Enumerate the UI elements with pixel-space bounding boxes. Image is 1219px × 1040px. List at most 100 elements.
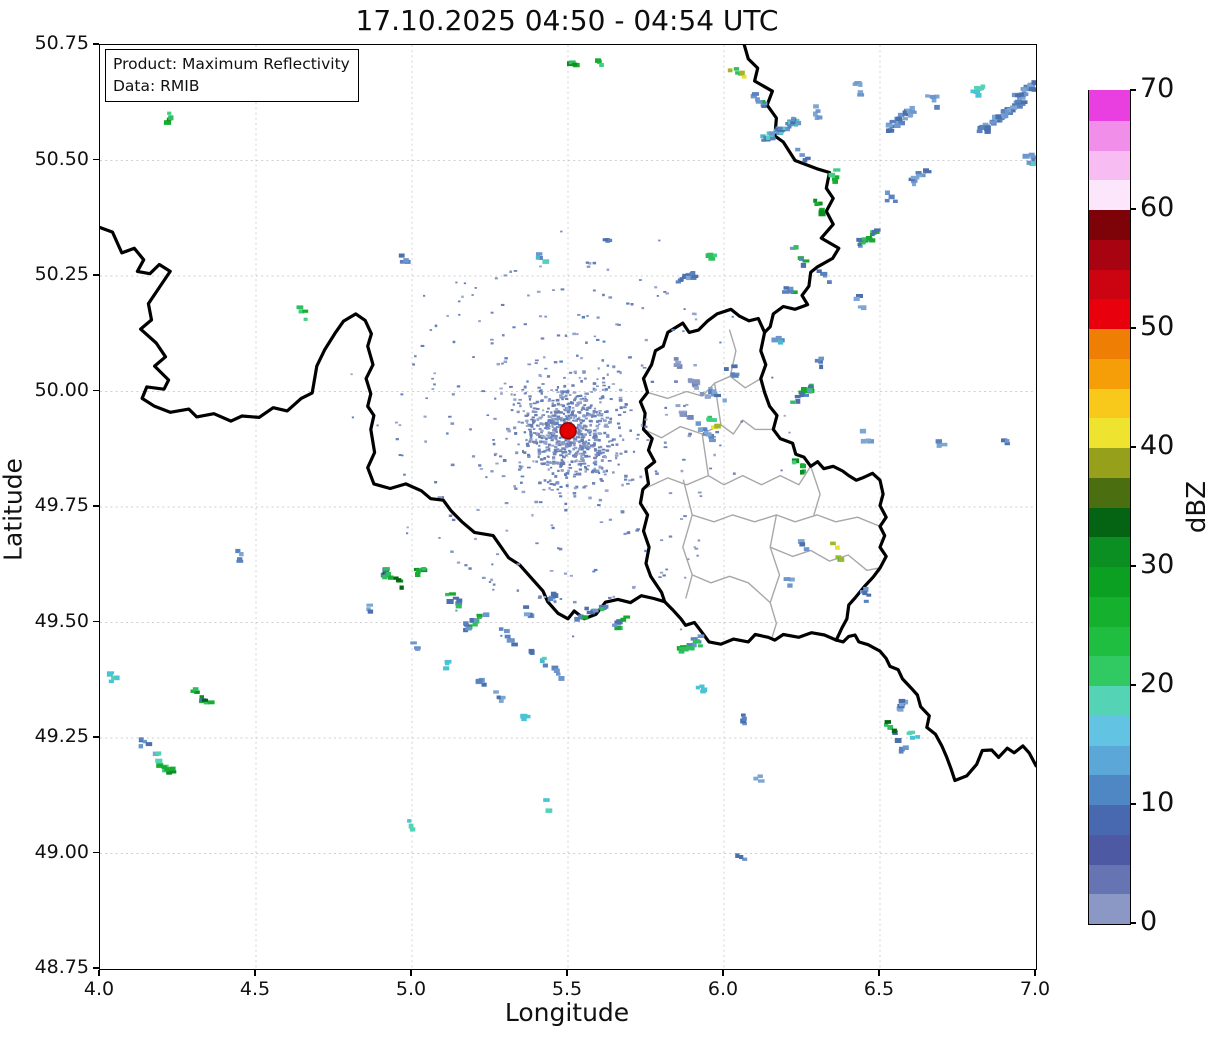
clutter-speck bbox=[604, 388, 608, 391]
clutter-speck bbox=[693, 546, 697, 548]
clutter-speck bbox=[538, 435, 541, 439]
clutter-speck bbox=[589, 423, 593, 427]
clutter-speck bbox=[580, 432, 584, 436]
clutter-speck bbox=[618, 399, 623, 402]
echo-pixel bbox=[930, 95, 937, 99]
echo-pixel bbox=[799, 542, 806, 547]
echo-pixel bbox=[692, 639, 700, 644]
colorbar bbox=[1088, 90, 1131, 925]
clutter-speck bbox=[560, 458, 564, 462]
clutter-speck bbox=[583, 377, 587, 380]
echo-pixel bbox=[1003, 114, 1009, 118]
echo-pixel bbox=[739, 70, 745, 76]
clutter-speck bbox=[535, 542, 539, 545]
plot-title: 17.10.2025 04:50 - 04:54 UTC bbox=[355, 4, 779, 37]
clutter-speck bbox=[564, 502, 568, 506]
echo-pixel bbox=[407, 819, 412, 823]
echo-pixel bbox=[1020, 100, 1028, 104]
clutter-speck bbox=[600, 459, 604, 462]
clutter-speck bbox=[429, 329, 433, 331]
echo-pixel bbox=[711, 389, 717, 394]
echo-pixel bbox=[798, 257, 804, 261]
echo-pixel bbox=[236, 559, 244, 563]
echo-pixel bbox=[675, 404, 681, 408]
clutter-speck bbox=[619, 406, 623, 410]
clutter-speck bbox=[540, 399, 544, 402]
clutter-speck bbox=[550, 411, 553, 414]
echo-pixel bbox=[547, 597, 553, 601]
clutter-speck bbox=[585, 341, 588, 345]
echo-pixel bbox=[679, 277, 684, 282]
echo-pixel bbox=[898, 748, 904, 754]
colorbar-tick-mark bbox=[1130, 446, 1136, 448]
clutter-speck bbox=[664, 406, 668, 409]
echo-pixel bbox=[807, 389, 812, 393]
clutter-speck bbox=[599, 521, 604, 524]
clutter-speck bbox=[598, 397, 603, 400]
echo-pixel bbox=[155, 758, 163, 764]
y-tick-mark bbox=[93, 43, 99, 45]
echo-pixel bbox=[504, 634, 511, 639]
clutter-speck bbox=[549, 415, 553, 419]
clutter-speck bbox=[552, 444, 555, 447]
clutter-speck bbox=[569, 371, 573, 374]
clutter-speck bbox=[492, 583, 496, 586]
echo-pixel bbox=[1004, 439, 1010, 444]
clutter-speck bbox=[577, 314, 581, 316]
y-tick-mark bbox=[93, 505, 99, 507]
clutter-speck bbox=[606, 268, 610, 272]
echo-pixel bbox=[208, 700, 215, 705]
clutter-speck bbox=[578, 468, 582, 471]
echo-pixel bbox=[697, 644, 703, 648]
echo-pixel bbox=[1010, 105, 1018, 109]
clutter-speck bbox=[556, 440, 561, 443]
clutter-speck bbox=[617, 463, 620, 466]
echo-pixel bbox=[853, 296, 860, 301]
echo-pixel bbox=[792, 460, 797, 465]
clutter-speck bbox=[561, 390, 566, 393]
echo-pixel bbox=[858, 82, 863, 87]
echo-pixel bbox=[800, 463, 806, 469]
clutter-speck bbox=[523, 385, 527, 389]
clutter-speck bbox=[624, 478, 628, 481]
legend-box: Product: Maximum Reflectivity Data: RMIB bbox=[105, 49, 359, 102]
clutter-speck bbox=[564, 508, 568, 512]
echo-pixel bbox=[886, 128, 892, 133]
echo-pixel bbox=[909, 109, 916, 114]
echo-pixel bbox=[832, 179, 838, 184]
clutter-speck bbox=[559, 465, 563, 468]
clutter-speck bbox=[601, 395, 605, 398]
colorbar-tick-mark bbox=[1130, 208, 1136, 210]
clutter-speck bbox=[626, 482, 630, 485]
clutter-speck bbox=[660, 539, 664, 542]
clutter-speck bbox=[599, 478, 603, 481]
clutter-speck bbox=[568, 463, 572, 466]
clutter-speck bbox=[580, 436, 585, 439]
clutter-speck bbox=[495, 462, 499, 465]
clutter-speck bbox=[565, 472, 570, 475]
clutter-speck bbox=[553, 414, 557, 417]
clutter-speck bbox=[560, 443, 564, 446]
clutter-speck bbox=[559, 394, 563, 398]
clutter-speck bbox=[603, 431, 607, 435]
clutter-speck bbox=[492, 439, 495, 441]
echo-pixel bbox=[741, 713, 746, 717]
clutter-speck bbox=[431, 388, 435, 391]
clutter-speck bbox=[492, 588, 495, 591]
clutter-speck bbox=[578, 448, 582, 451]
clutter-speck bbox=[629, 429, 633, 432]
y-tick-label: 49.00 bbox=[34, 840, 89, 863]
echo-pixel bbox=[145, 742, 153, 747]
clutter-speck bbox=[451, 393, 455, 396]
clutter-speck bbox=[581, 419, 586, 422]
clutter-speck bbox=[557, 547, 560, 550]
echo-pixel bbox=[783, 286, 789, 290]
clutter-speck bbox=[536, 290, 541, 293]
echo-pixel bbox=[697, 427, 704, 432]
echo-pixel bbox=[403, 258, 409, 263]
country-border bbox=[834, 633, 1036, 783]
echo-pixel bbox=[753, 776, 759, 781]
echo-pixel bbox=[861, 237, 867, 241]
clutter-speck bbox=[596, 378, 599, 381]
clutter-speck bbox=[572, 447, 575, 451]
